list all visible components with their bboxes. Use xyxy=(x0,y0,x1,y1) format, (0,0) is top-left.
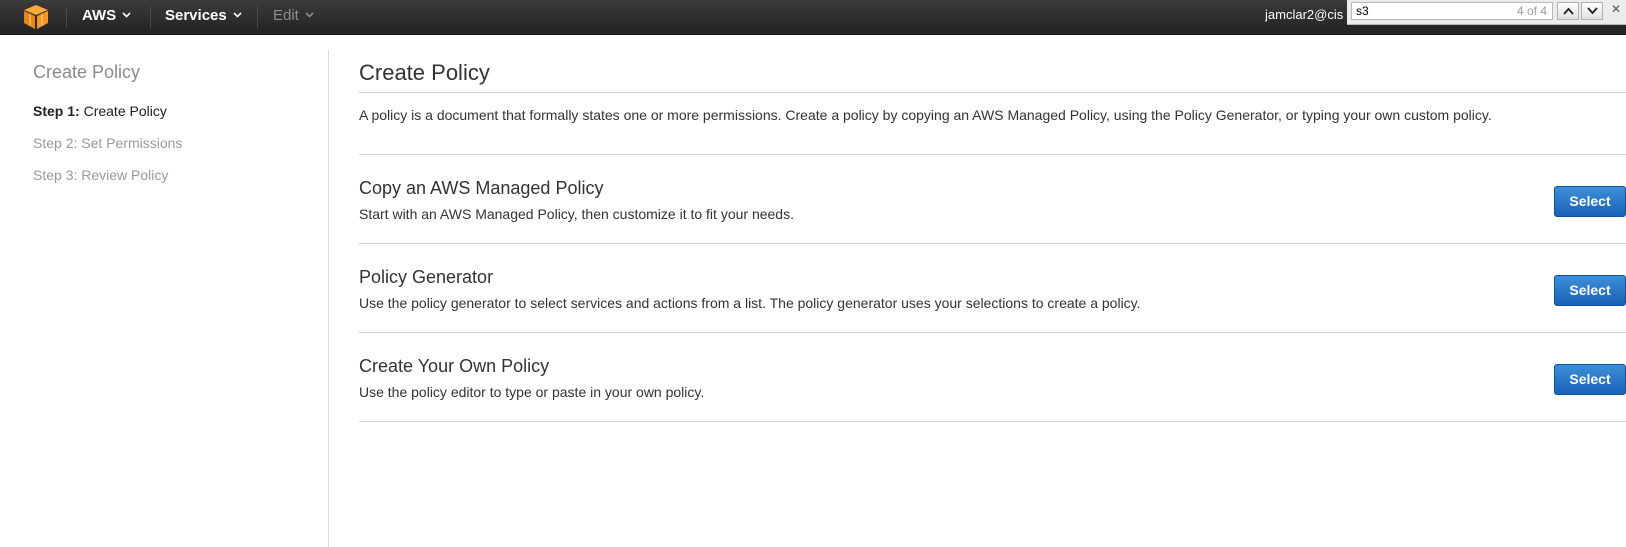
aws-menu[interactable]: AWS xyxy=(82,0,131,34)
option-description: Start with an AWS Managed Policy, then c… xyxy=(359,206,794,222)
aws-menu-label: AWS xyxy=(82,7,117,24)
wizard-sidebar: Create Policy Step 1: Create Policy Step… xyxy=(0,34,328,547)
step-create-policy: Step 1: Create Policy xyxy=(33,103,167,119)
step-label: Set Permissions xyxy=(81,135,183,151)
section-divider xyxy=(359,421,1626,422)
nav-divider xyxy=(66,6,67,28)
chevron-down-icon xyxy=(305,11,314,18)
find-previous-button[interactable] xyxy=(1557,2,1579,20)
select-create-own-policy-button[interactable]: Select xyxy=(1554,364,1626,395)
chevron-down-icon xyxy=(122,11,131,18)
title-divider xyxy=(359,92,1626,93)
step-set-permissions: Step 2: Set Permissions xyxy=(33,135,182,151)
step-review-policy: Step 3: Review Policy xyxy=(33,167,168,183)
option-description: Use the policy generator to select servi… xyxy=(359,295,1141,311)
intro-text: A policy is a document that formally sta… xyxy=(359,107,1492,123)
services-menu[interactable]: Services xyxy=(165,0,242,34)
chevron-down-icon xyxy=(233,11,242,18)
option-title-copy-managed-policy: Copy an AWS Managed Policy xyxy=(359,178,604,198)
find-bar: s3 4 of 4 ✕ xyxy=(1347,0,1626,25)
nav-divider xyxy=(150,6,151,28)
services-menu-label: Services xyxy=(165,7,227,24)
step-number: Step 1: xyxy=(33,103,80,119)
section-divider xyxy=(359,332,1626,333)
aws-cube-logo-icon[interactable] xyxy=(22,4,50,30)
select-policy-generator-button[interactable]: Select xyxy=(1554,275,1626,306)
find-query: s3 xyxy=(1356,4,1369,18)
section-divider xyxy=(359,154,1626,155)
step-label: Review Policy xyxy=(81,167,169,183)
option-description: Use the policy editor to type or paste i… xyxy=(359,384,705,400)
sidebar-title: Create Policy xyxy=(33,62,141,82)
step-number: Step 3: xyxy=(33,167,78,183)
close-icon[interactable]: ✕ xyxy=(1611,2,1621,16)
page-title: Create Policy xyxy=(359,60,490,85)
option-title-policy-generator: Policy Generator xyxy=(359,267,494,287)
step-number: Step 2: xyxy=(33,135,78,151)
section-divider xyxy=(359,243,1626,244)
option-title-create-own-policy: Create Your Own Policy xyxy=(359,356,550,376)
chevron-up-icon xyxy=(1563,7,1574,15)
find-match-count: 4 of 4 xyxy=(1516,4,1547,18)
account-menu[interactable]: jamclar2@cis xyxy=(1265,0,1347,30)
step-label: Create Policy xyxy=(83,103,167,119)
select-copy-managed-policy-button[interactable]: Select xyxy=(1554,186,1626,217)
sidebar-divider xyxy=(328,50,329,547)
chevron-down-icon xyxy=(1587,7,1598,15)
edit-menu[interactable]: Edit xyxy=(273,0,314,34)
edit-menu-label: Edit xyxy=(273,7,299,24)
nav-divider xyxy=(257,6,258,28)
find-input[interactable]: s3 4 of 4 xyxy=(1351,2,1553,20)
find-next-button[interactable] xyxy=(1581,2,1603,20)
